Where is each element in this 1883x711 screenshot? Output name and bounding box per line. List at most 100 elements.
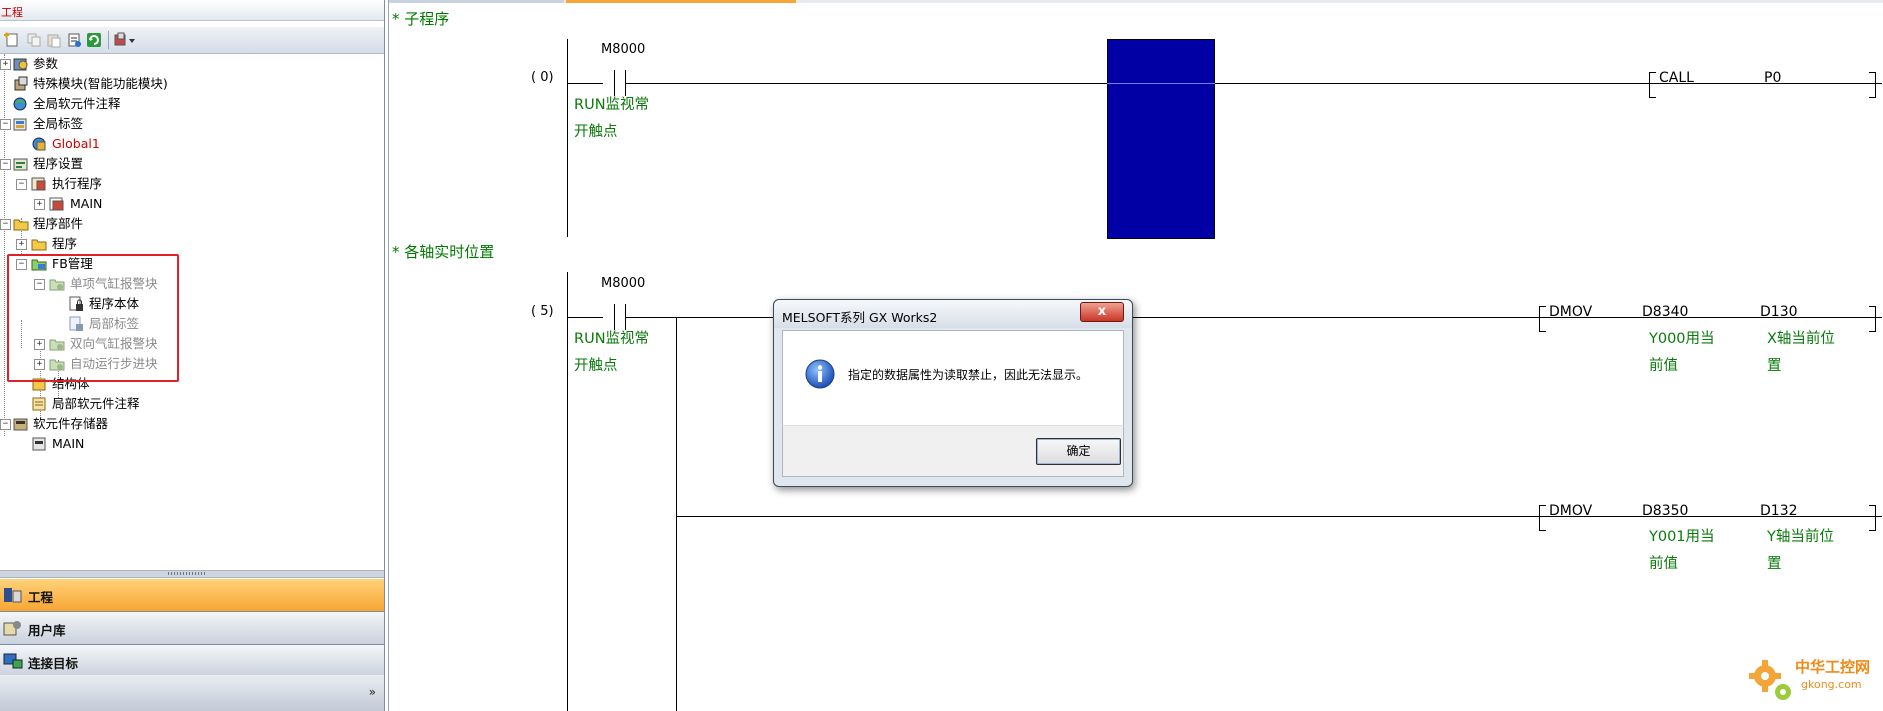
device-memory-icon [13,418,28,431]
contact-comment: 开触点 [574,124,618,140]
message-dialog: MELSOFT系列 GX Works2 x 指定的数据属性为读取禁止，因此无法显… [773,299,1133,487]
user-library-icon [3,621,21,636]
nav-overflow-bar: » [0,675,384,711]
pane-header: 工程 [0,0,384,21]
special-module-icon [14,76,28,91]
label-item-icon [32,137,46,151]
left-power-rail [567,272,568,711]
overflow-chevron-icon[interactable]: » [369,685,376,699]
ok-button[interactable]: 确定 [1036,438,1121,465]
close-icon: x [1097,304,1107,319]
expand-toggle[interactable]: + [34,199,45,210]
instruction-bracket-left [1539,505,1546,531]
folder-icon [31,239,47,251]
toolbar-separator [108,31,109,49]
splitter-grip[interactable] [168,572,206,575]
dialog-footer: 确定 [782,425,1124,477]
pane-splitter[interactable] [0,570,384,578]
collapse-toggle[interactable]: − [16,179,27,190]
nav-user-library[interactable]: 用户库 [0,612,384,645]
contact-device: M8000 [601,276,646,291]
collapse-toggle[interactable]: − [0,419,11,430]
device-comment: 置 [1767,358,1782,374]
device-comment: X轴当前位 [1767,331,1835,347]
close-button[interactable]: x [1080,302,1124,322]
dialog-body: 指定的数据属性为读取禁止，因此无法显示。 [782,330,1124,426]
statement-axis-position: * 各轴实时位置 [392,243,495,261]
editor-tab-active[interactable] [566,0,796,3]
expand-toggle[interactable]: + [16,239,27,250]
operand-source[interactable]: D8340 [1642,304,1688,320]
contact-device: M8000 [601,42,646,57]
global-label-icon [13,118,27,131]
editor-tab[interactable] [389,0,564,3]
program-setting-icon [13,158,28,171]
view-options-icon[interactable] [114,32,138,48]
watermark-site-name: 中华工控网 [1795,658,1871,676]
tree-guide [4,54,5,436]
new-icon[interactable] [4,32,20,48]
memory-item-icon [32,437,46,451]
navigation-pane: 工程 + 参数 特殊模块(智能功能模块) 全局软元件注释 − 全局标签 Glob… [0,0,385,711]
statement-subroutine: * 子程序 [392,10,450,28]
program-icon [49,197,64,211]
ladder-cursor[interactable] [1107,39,1215,239]
contact-comment: RUN监视常 [574,331,650,347]
instruction-bracket-right [1869,505,1876,531]
paste-icon[interactable] [46,32,62,48]
device-comment: 前值 [1649,358,1678,374]
operand-destination[interactable]: D130 [1760,304,1798,320]
watermark-url: gkong.com [1801,678,1862,691]
rung-wire [567,317,603,318]
program-parts-icon [13,219,29,231]
editor-tab-strip [389,0,1883,3]
instruction-bracket-left [1649,72,1656,98]
operand-destination[interactable]: D132 [1760,503,1798,519]
watermark: 中华工控网 gkong.com [1745,650,1880,708]
branch-wire [676,317,677,711]
nav-project[interactable]: 工程 [0,579,384,612]
connection-icon [3,653,23,669]
fb-highlight-box [7,254,179,382]
step-number: ( 5) [531,304,554,319]
dialog-message: 指定的数据属性为读取禁止，因此无法显示。 [848,368,1089,382]
cursor-wire [1107,83,1215,84]
instruction-dmov[interactable]: DMOV [1549,304,1592,320]
global-comment-icon [13,97,27,111]
rung-wire [567,83,603,84]
ladder-editor[interactable]: * 子程序 ( 0) M8000 RUN监视常 开触点 CALL P0 * 各轴… [388,0,1883,711]
dialog-title: MELSOFT系列 GX Works2 [782,310,938,325]
device-comment: Y轴当前位 [1767,529,1834,545]
left-power-rail [567,39,568,237]
instruction-call[interactable]: CALL [1659,70,1694,86]
operand-p0[interactable]: P0 [1764,70,1781,86]
expand-toggle[interactable]: + [0,59,11,70]
device-comment: Y000用当 [1649,331,1715,347]
device-comment: 前值 [1649,556,1678,572]
instruction-bracket-right [1869,72,1876,98]
device-comment: 置 [1767,556,1782,572]
branch-wire [676,516,1882,517]
local-comment-icon [32,397,46,411]
info-icon [805,359,835,389]
instruction-dmov[interactable]: DMOV [1549,503,1592,519]
execute-program-icon [31,177,46,191]
dialog-titlebar[interactable]: MELSOFT系列 GX Works2 x [774,300,1132,328]
instruction-bracket-left [1539,306,1546,332]
parameter-icon [13,58,28,71]
contact-comment: 开触点 [574,358,618,374]
collapse-toggle[interactable]: − [0,159,11,170]
navigation-toolbar [0,27,384,54]
project-icon [4,588,22,603]
collapse-toggle[interactable]: − [0,219,11,230]
operand-source[interactable]: D8350 [1642,503,1688,519]
properties-icon[interactable] [66,32,82,48]
device-comment: Y001用当 [1649,529,1715,545]
collapse-toggle[interactable]: − [0,119,11,130]
pane-title: 工程 [1,6,23,19]
gear-logo-icon [1749,660,1791,700]
nav-connection-target[interactable]: 连接目标 [0,645,384,678]
instruction-bracket-right [1869,306,1876,332]
refresh-icon[interactable] [86,32,102,48]
copy-icon[interactable] [26,32,42,48]
